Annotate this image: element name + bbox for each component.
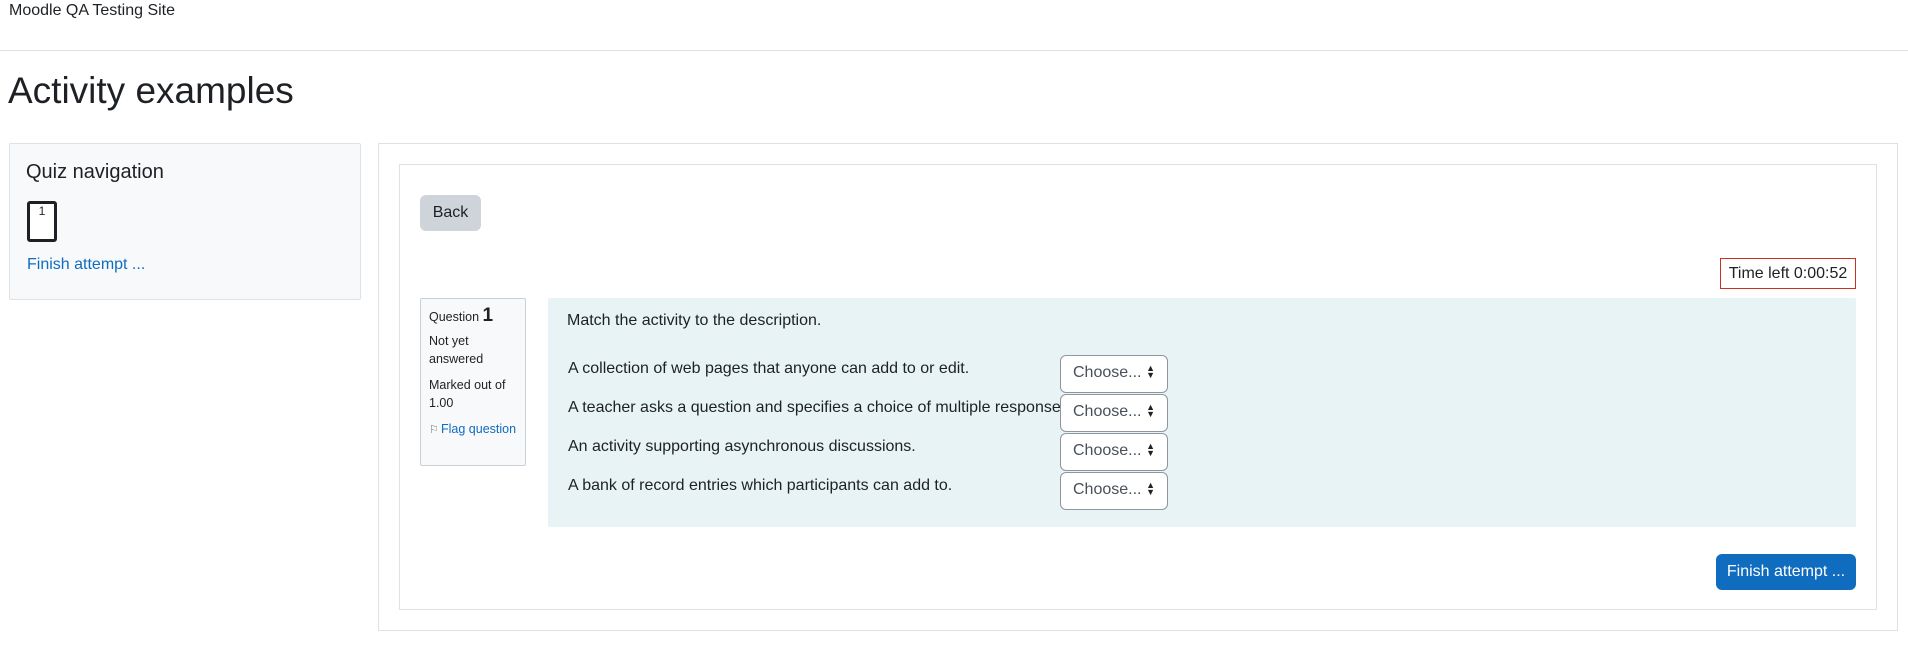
question-nav-number: 1 <box>38 204 46 218</box>
match-stem: A teacher asks a question and specifies … <box>568 399 1074 416</box>
quiz-timer: Time left 0:00:52 <box>1720 258 1856 289</box>
finish-attempt-button[interactable]: Finish attempt ... <box>1716 554 1856 590</box>
match-select-value: Choose... <box>1073 364 1142 381</box>
quiz-navigation-block: Quiz navigation 1 Finish attempt ... <box>9 143 361 300</box>
page-title: Activity examples <box>8 70 294 111</box>
top-navbar: Moodle QA Testing Site <box>0 0 1908 51</box>
match-stem: A collection of web pages that anyone ca… <box>568 360 970 377</box>
main-region: Back Time left 0:00:52 Question 1 Not ye… <box>378 143 1898 631</box>
question-prefix: Question <box>429 310 480 324</box>
match-row: An activity supporting asynchronous disc… <box>568 433 1268 471</box>
flag-icon: ⚐ <box>429 424 439 436</box>
match-select[interactable]: Choose... ▲ ▼ <box>1060 472 1168 510</box>
match-row: A collection of web pages that anyone ca… <box>568 355 1268 393</box>
question-state: Not yet answered <box>429 334 484 366</box>
question-nav-button-1[interactable]: 1 <box>27 201 57 242</box>
flag-question-label: Flag question <box>441 422 517 436</box>
finish-attempt-link[interactable]: Finish attempt ... <box>27 256 145 274</box>
back-button[interactable]: Back <box>420 195 481 231</box>
match-select[interactable]: Choose... ▲ ▼ <box>1060 433 1168 471</box>
match-row: A bank of record entries which participa… <box>568 472 1268 510</box>
match-select-value: Choose... <box>1073 403 1142 420</box>
question-number: Question 1 <box>429 305 517 326</box>
question-info: Question 1 Not yet answered Marked out o… <box>420 298 526 466</box>
match-select[interactable]: Choose... ▲ ▼ <box>1060 355 1168 393</box>
flag-question-link[interactable]: ⚐ Flag question <box>429 420 517 439</box>
select-arrows-icon: ▲ ▼ <box>1146 363 1155 380</box>
quiz-attempt-container: Back Time left 0:00:52 Question 1 Not ye… <box>399 164 1877 610</box>
match-stem: An activity supporting asynchronous disc… <box>568 438 916 455</box>
question-text: Match the activity to the description. <box>567 312 822 329</box>
quiz-navigation-title: Quiz navigation <box>26 161 164 183</box>
select-arrows-icon: ▲ ▼ <box>1146 441 1155 458</box>
match-select[interactable]: Choose... ▲ ▼ <box>1060 394 1168 432</box>
match-select-value: Choose... <box>1073 442 1142 459</box>
question-content: Match the activity to the description. A… <box>548 298 1856 527</box>
site-name[interactable]: Moodle QA Testing Site <box>9 2 175 20</box>
question-grade: Marked out of 1.00 <box>429 378 506 410</box>
select-arrows-icon: ▲ ▼ <box>1146 402 1155 419</box>
match-row: A teacher asks a question and specifies … <box>568 394 1268 432</box>
match-select-value: Choose... <box>1073 481 1142 498</box>
select-arrows-icon: ▲ ▼ <box>1146 480 1155 497</box>
question-number-value: 1 <box>482 305 494 326</box>
match-stem: A bank of record entries which participa… <box>568 477 953 494</box>
